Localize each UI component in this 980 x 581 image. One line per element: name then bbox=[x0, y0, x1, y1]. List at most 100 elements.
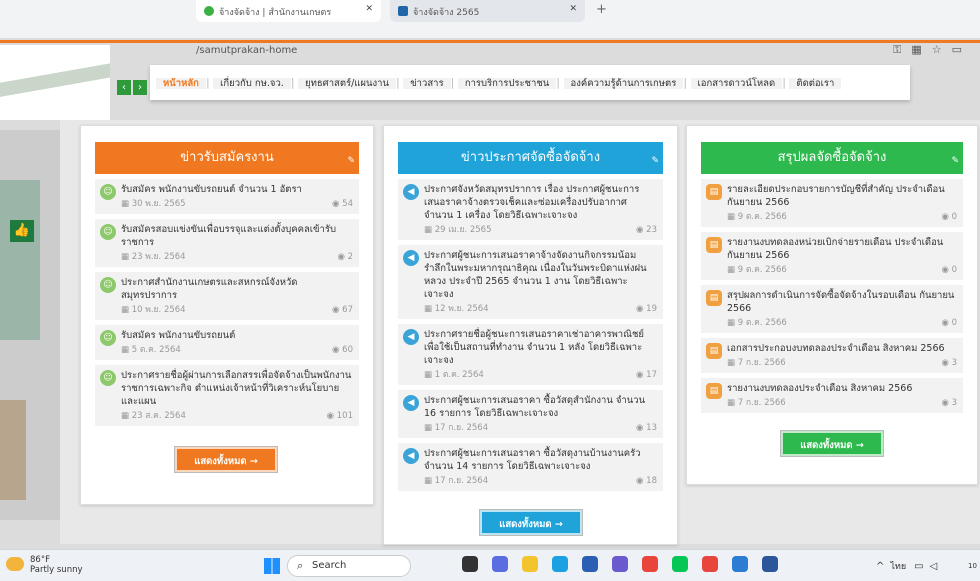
star-icon[interactable]: ☆ bbox=[932, 43, 952, 56]
list-item[interactable]: ☺ ประกาศสำนักงานเกษตรและสหกรณ์จังหวัดสมุท… bbox=[95, 272, 359, 320]
item-title: ประกาศรายชื่อผู้ผ่านการเลือกสรรเพื่อจัดจ… bbox=[121, 370, 352, 407]
prev-icon[interactable]: ‹ bbox=[117, 80, 131, 95]
item-views: 23 bbox=[646, 225, 657, 235]
eye-icon: ◉ bbox=[332, 199, 343, 209]
chrome-icon[interactable] bbox=[642, 556, 658, 572]
item-views: 67 bbox=[342, 305, 353, 315]
item-date: 1 ต.ค. 2564 bbox=[434, 370, 484, 380]
document-icon: ▤ bbox=[706, 290, 722, 306]
list-item[interactable]: ◀ ประกาศผู้ชนะการเสนอราคาจ้างจัดงานกิจกรร… bbox=[398, 245, 663, 319]
nav-item-downloads[interactable]: เอกสารดาวน์โหลด bbox=[690, 78, 783, 89]
mail-icon[interactable] bbox=[732, 556, 748, 572]
list-item[interactable]: ◀ ประกาศจังหวัดสมุทรปราการ เรื่อง ประกาศผ… bbox=[398, 179, 663, 240]
item-date: 9 ต.ค. 2566 bbox=[737, 318, 787, 328]
taskbar-apps bbox=[462, 556, 792, 575]
window-icon[interactable]: ▭ bbox=[952, 43, 972, 56]
banner-image bbox=[0, 45, 110, 120]
key-icon[interactable]: ⚿ bbox=[893, 43, 911, 56]
taskbar: 86°F Partly sunny ⌕ Search ^ไทย ▭◁ 10 bbox=[0, 549, 980, 581]
item-views: 19 bbox=[646, 304, 657, 314]
calendar-icon: ▦ bbox=[121, 199, 132, 209]
browser-tab[interactable]: จ้างจัดจ้าง 2565 ✕ bbox=[390, 0, 585, 22]
search-icon: ⌕ bbox=[297, 559, 304, 572]
list-item[interactable]: ▤ เอกสารประกอบงบทดลองประจำเดือน สิงหาคม 2… bbox=[701, 338, 963, 373]
word-icon[interactable] bbox=[762, 556, 778, 572]
browser-tab-active[interactable]: จ้างจัดจ้าง | สำนักงานเกษตร ✕ bbox=[196, 0, 381, 22]
nav-item-news[interactable]: ข่าวสาร bbox=[403, 78, 451, 89]
calendar-icon: ▦ bbox=[121, 305, 132, 315]
new-tab-icon[interactable]: + bbox=[596, 2, 607, 17]
item-views: 17 bbox=[646, 370, 657, 380]
calendar-icon: ▦ bbox=[727, 318, 738, 328]
store-icon[interactable] bbox=[582, 556, 598, 572]
nav-item-home[interactable]: หน้าหลัก bbox=[156, 78, 206, 89]
show-all-button[interactable]: แสดงทั้งหมด → bbox=[479, 509, 583, 536]
show-all-button[interactable]: แสดงทั้งหมด → bbox=[174, 446, 278, 473]
calendar-icon: ▦ bbox=[424, 423, 435, 433]
file-explorer-icon[interactable] bbox=[522, 556, 538, 572]
close-icon[interactable]: ✕ bbox=[569, 4, 577, 14]
eye-icon: ◉ bbox=[636, 476, 647, 486]
system-tray: ^ไทย ▭◁ bbox=[876, 559, 943, 573]
nav-item-contact[interactable]: ติดต่อเรา bbox=[789, 78, 842, 89]
ime-label[interactable]: ไทย bbox=[890, 562, 906, 572]
calendar-icon: ▦ bbox=[424, 476, 435, 486]
panel-title: ข่าวรับสมัครงาน bbox=[180, 150, 274, 165]
list-item[interactable]: ◀ ประกาศผู้ชนะการเสนอราคา ซื้อวัสดุสำนักง… bbox=[398, 390, 663, 438]
calendar-icon: ▦ bbox=[121, 411, 132, 421]
weather-widget[interactable]: 86°F Partly sunny bbox=[30, 555, 83, 575]
nav-item-about[interactable]: เกี่ยวกับ กษ.จว. bbox=[213, 78, 291, 89]
nav-item-knowledge[interactable]: องค์ความรู้ด้านการเกษตร bbox=[563, 78, 684, 89]
app-icon[interactable] bbox=[612, 556, 628, 572]
calendar-icon: ▦ bbox=[424, 225, 435, 235]
item-date: 9 ต.ค. 2566 bbox=[737, 212, 787, 222]
chrome-icon[interactable] bbox=[702, 556, 718, 572]
chat-icon[interactable] bbox=[492, 556, 508, 572]
list-item[interactable]: ▤ รายละเอียดประกอบรายการบัญชีที่สำคัญ ประ… bbox=[701, 179, 963, 227]
panel-title: ข่าวประกาศจัดซื้อจัดจ้าง bbox=[460, 150, 601, 165]
megaphone-icon: ◀ bbox=[403, 448, 419, 464]
close-icon[interactable]: ✕ bbox=[365, 4, 373, 14]
nav-item-strategy[interactable]: ยุทธศาสตร์/แผนงาน bbox=[298, 78, 396, 89]
item-views: 54 bbox=[342, 199, 353, 209]
extensions-icon[interactable]: ▦ bbox=[911, 43, 931, 56]
panel-header: สรุปผลจัดซื้อจัดจ้าง ✎ bbox=[701, 142, 963, 174]
document-icon: ▤ bbox=[706, 237, 722, 253]
list-item[interactable]: ☺ รับสมัคร พนักงานขับรถยนต์ ▦ 5 ต.ค. 2564 ◉… bbox=[95, 325, 359, 360]
eye-icon: ◉ bbox=[636, 370, 647, 380]
item-title: สรุปผลการดำเนินการจัดซื้อจัดจ้างในรอบเดื… bbox=[727, 290, 955, 314]
list-item[interactable]: ▤ รายงานงบทดลองหน่วยเบิกจ่ายรายเดือน ประจ… bbox=[701, 232, 963, 280]
side-photo bbox=[0, 400, 26, 500]
item-views: 0 bbox=[951, 212, 957, 222]
next-icon[interactable]: › bbox=[133, 80, 147, 95]
volume-icon[interactable]: ◁ bbox=[930, 561, 944, 572]
line-icon[interactable] bbox=[672, 556, 688, 572]
show-all-button[interactable]: แสดงทั้งหมด → bbox=[780, 430, 884, 457]
panel-header: ข่าวประกาศจัดซื้อจัดจ้าง ✎ bbox=[398, 142, 663, 174]
thumbs-up-icon[interactable]: 👍 bbox=[10, 220, 34, 242]
item-date: 29 เม.ย. 2565 bbox=[434, 225, 492, 235]
clock[interactable]: 10 bbox=[968, 562, 977, 570]
task-view-icon[interactable] bbox=[462, 556, 478, 572]
windows-start-icon[interactable] bbox=[264, 558, 280, 574]
edge-icon[interactable] bbox=[552, 556, 568, 572]
list-item[interactable]: ◀ ประกาศรายชื่อผู้ชนะการเสนอราคาเช่าอาคาร… bbox=[398, 324, 663, 385]
list-item[interactable]: ☺ รับสมัคร พนักงานขับรถยนต์ จำนวน 1 อัตรา… bbox=[95, 179, 359, 214]
taskbar-search[interactable]: ⌕ Search bbox=[287, 555, 411, 577]
weather-icon[interactable] bbox=[6, 557, 24, 571]
main-nav: หน้าหลัก | เกี่ยวกับ กษ.จว. | ยุทธศาสตร์/แ… bbox=[150, 65, 910, 100]
list-item[interactable]: ◀ ประกาศผู้ชนะการเสนอราคา ซื้อวัสดุงานบ้า… bbox=[398, 443, 663, 491]
display-icon[interactable]: ▭ bbox=[914, 561, 929, 572]
person-icon: ☺ bbox=[100, 277, 116, 293]
list-item[interactable]: ☺ รับสมัครสอบแข่งขันเพื่อบรรจุและแต่งตั้ง… bbox=[95, 219, 359, 267]
eye-icon: ◉ bbox=[332, 305, 343, 315]
panel-job-news: ข่าวรับสมัครงาน ✎ ☺ รับสมัคร พนักงานขับรถย… bbox=[80, 125, 374, 505]
document-icon: ▤ bbox=[706, 343, 722, 359]
chevron-up-icon[interactable]: ^ bbox=[876, 561, 890, 572]
eye-icon: ◉ bbox=[941, 318, 952, 328]
address-bar[interactable]: /samutprakan-home bbox=[196, 45, 297, 56]
nav-item-services[interactable]: การบริการประชาชน bbox=[457, 78, 557, 89]
list-item[interactable]: ▤ สรุปผลการดำเนินการจัดซื้อจัดจ้างในรอบเด… bbox=[701, 285, 963, 333]
list-item[interactable]: ☺ ประกาศรายชื่อผู้ผ่านการเลือกสรรเพื่อจัด… bbox=[95, 365, 359, 426]
list-item[interactable]: ▤ รายงานงบทดลองประจำเดือน สิงหาคม 2566 ▦ 7… bbox=[701, 378, 963, 413]
